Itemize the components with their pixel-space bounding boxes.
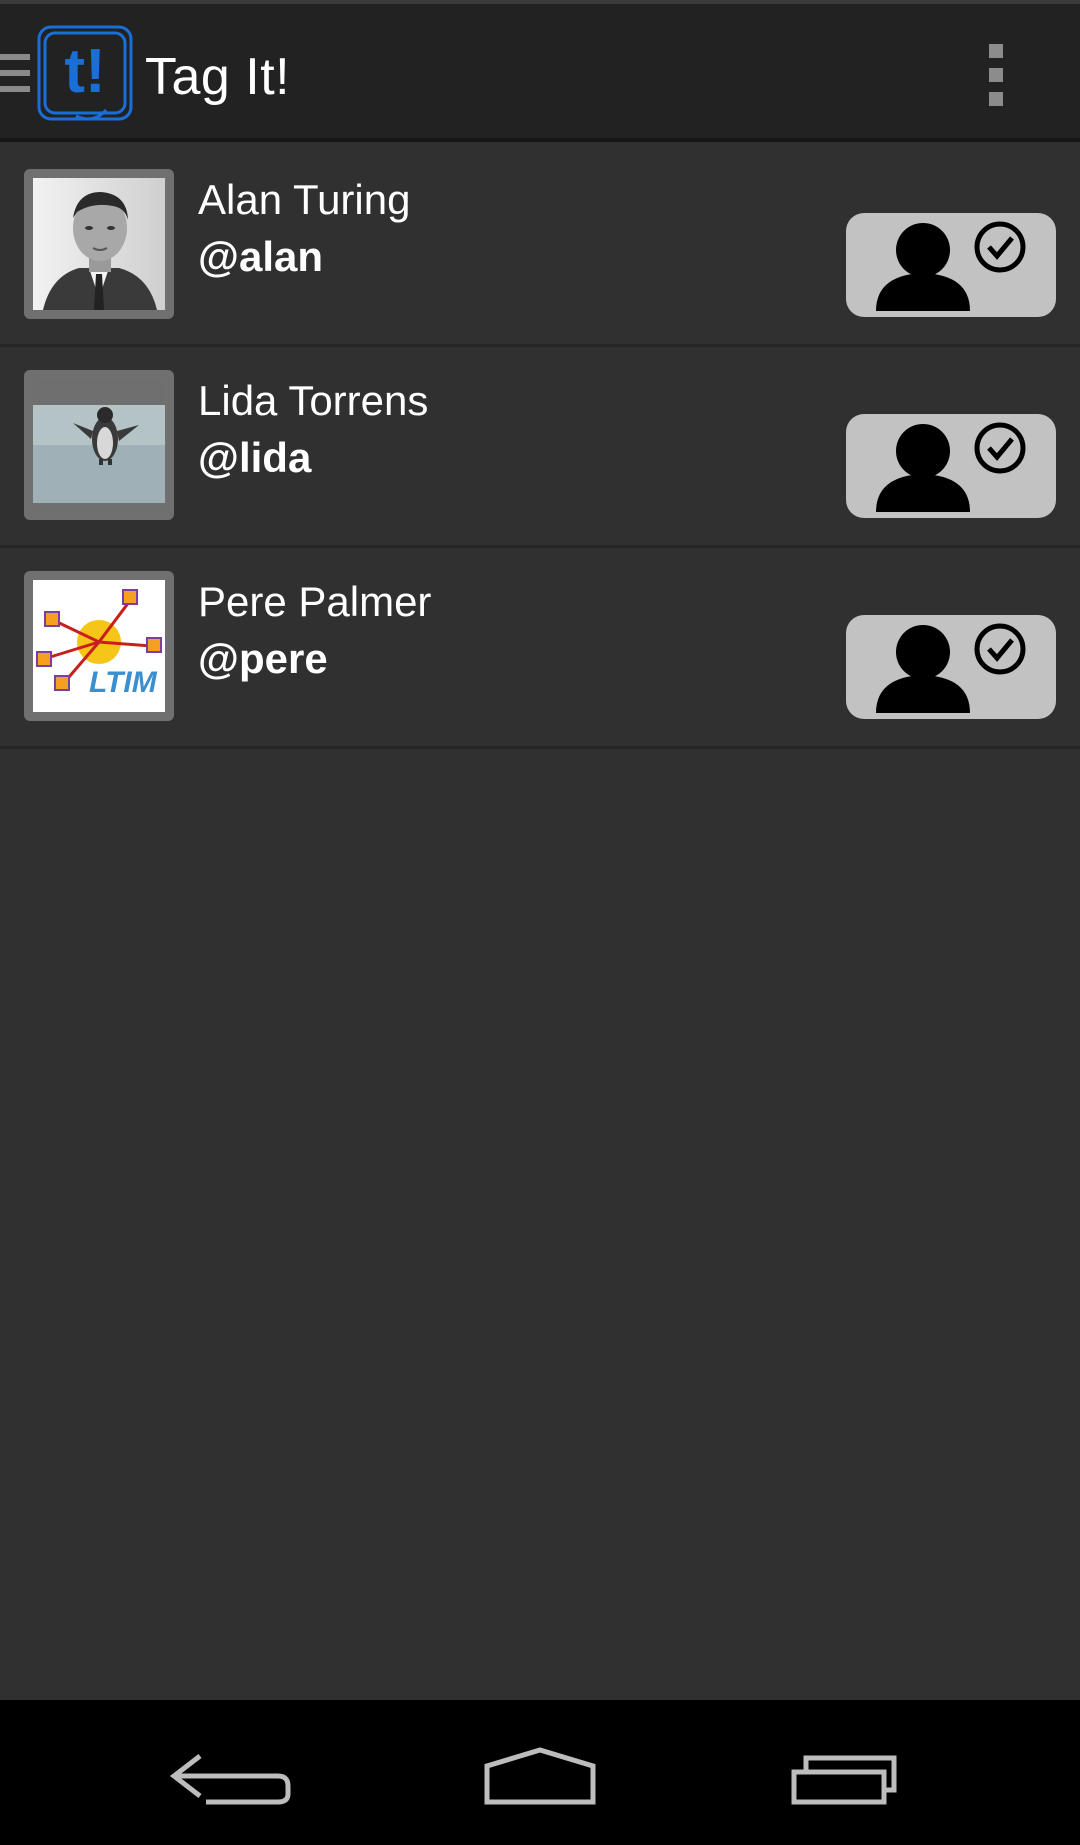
action-bar: t! Tag It!	[0, 4, 1080, 142]
follow-button[interactable]	[846, 213, 1056, 317]
list-item[interactable]: Alan Turing @alan	[0, 146, 1080, 347]
user-followed-icon	[876, 221, 1026, 311]
navigation-bar	[0, 1700, 1080, 1845]
ltim-logo-icon: LTIM	[33, 580, 165, 712]
list-item[interactable]: LTIM Pere Palmer @pere	[0, 548, 1080, 749]
avatar: LTIM	[24, 571, 174, 721]
app-title: Tag It!	[145, 48, 291, 106]
avatar	[24, 169, 174, 319]
user-handle: @pere	[198, 635, 328, 682]
user-list: Alan Turing @alan Lida Torrens @lida LTI…	[0, 146, 1080, 749]
follow-button[interactable]	[846, 615, 1056, 719]
svg-text:LTIM: LTIM	[89, 666, 158, 699]
user-followed-icon	[876, 422, 1026, 512]
list-item[interactable]: Lida Torrens @lida	[0, 347, 1080, 548]
user-name: Pere Palmer	[198, 578, 432, 625]
follow-button[interactable]	[846, 414, 1056, 518]
user-handle: @lida	[198, 434, 312, 481]
user-name: Alan Turing	[198, 176, 411, 223]
overflow-menu-icon[interactable]	[986, 44, 1006, 106]
portrait-photo-icon	[33, 178, 165, 310]
app-logo[interactable]: t!	[36, 24, 134, 122]
drawer-menu-icon[interactable]	[0, 54, 30, 98]
recents-icon[interactable]	[770, 1700, 930, 1845]
app-logo-text: t!	[64, 37, 105, 106]
user-name: Lida Torrens	[198, 377, 429, 424]
back-icon[interactable]	[160, 1700, 320, 1845]
avatar	[24, 370, 174, 520]
penguin-photo-icon	[33, 379, 165, 511]
home-icon[interactable]	[460, 1700, 620, 1845]
user-handle: @alan	[198, 233, 323, 280]
user-followed-icon	[876, 623, 1026, 713]
